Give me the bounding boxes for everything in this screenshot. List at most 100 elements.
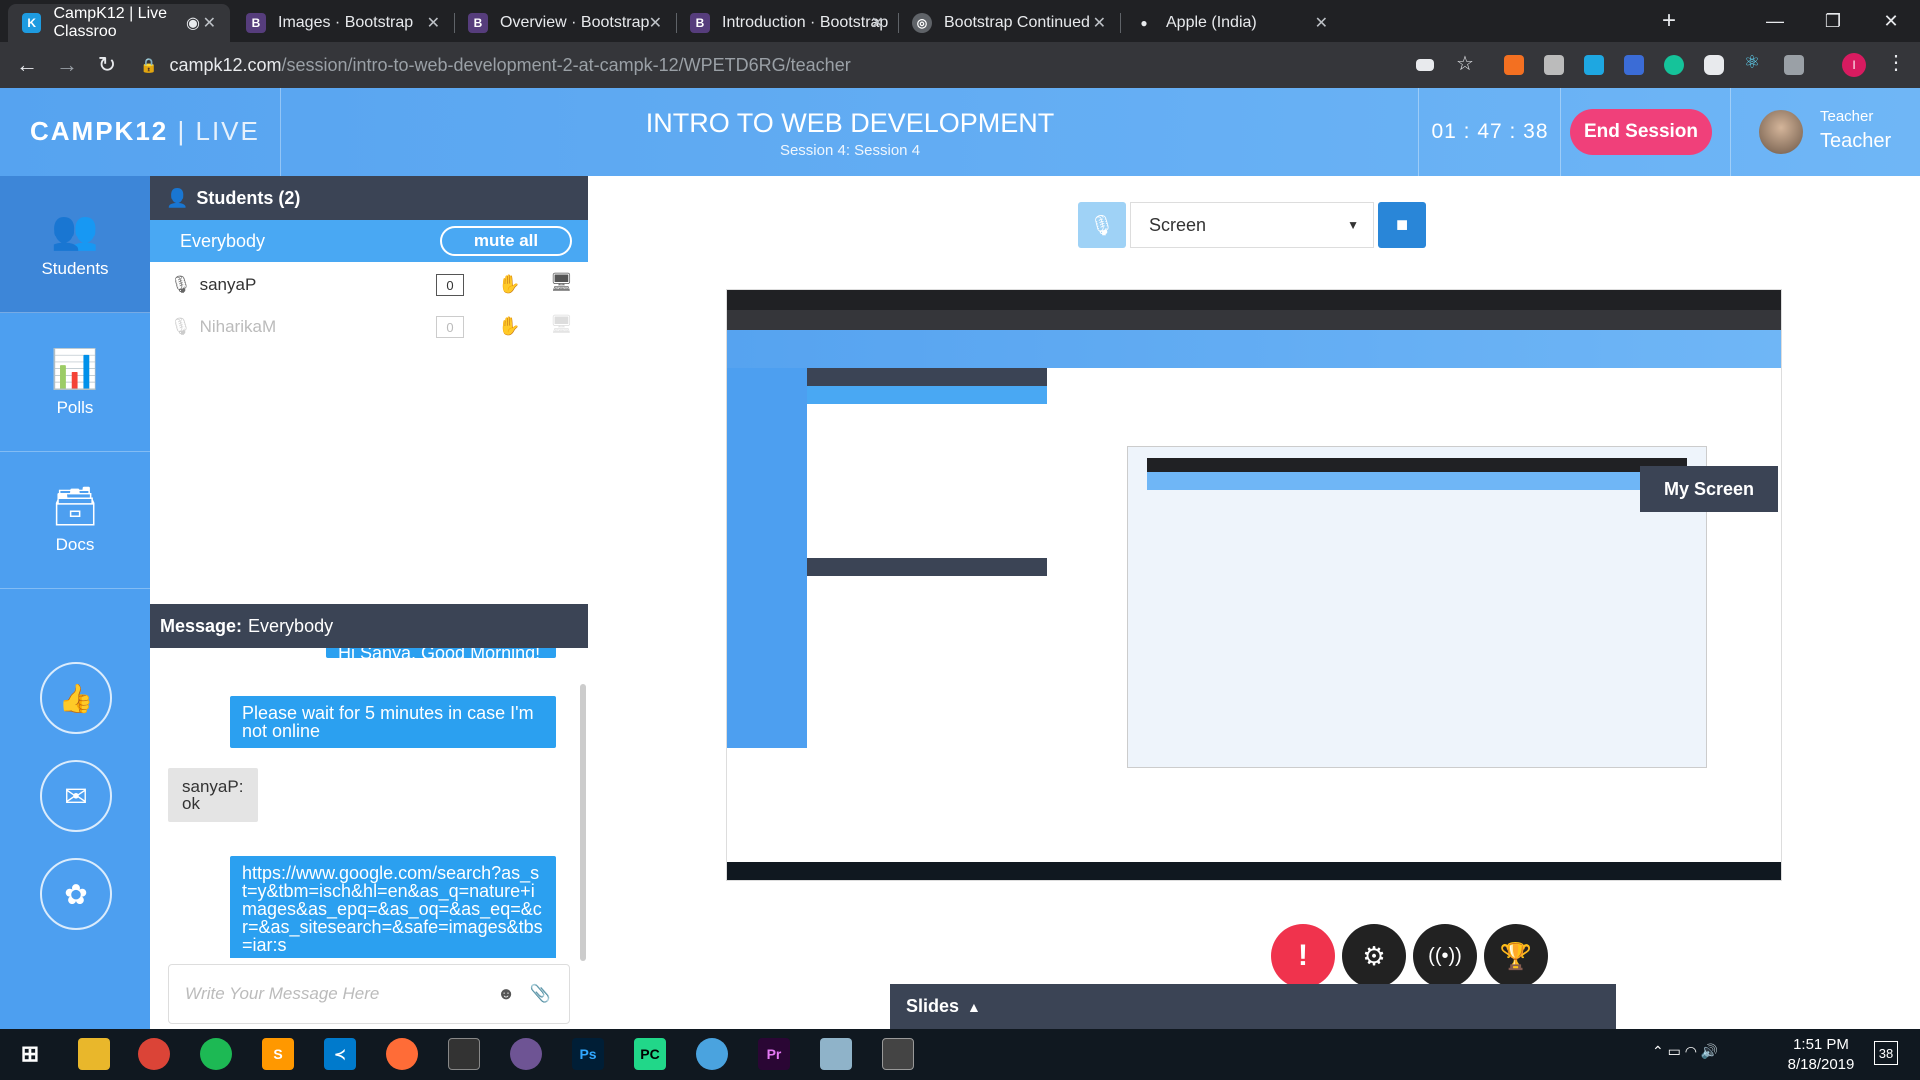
- window-close-icon[interactable]: ✕: [1868, 0, 1914, 42]
- camera-icon[interactable]: [1416, 59, 1434, 71]
- close-icon[interactable]: ✕: [1315, 13, 1328, 33]
- extension-icon[interactable]: [1584, 55, 1604, 75]
- feedback-button[interactable]: ✉: [40, 760, 112, 832]
- attach-icon[interactable]: 📎: [530, 984, 551, 1004]
- slides-bar[interactable]: Slides ▲: [890, 984, 1616, 1029]
- forward-icon[interactable]: →: [52, 50, 82, 80]
- tab-title: Introduction · Bootstrap: [722, 14, 889, 31]
- extension-icon[interactable]: [1544, 55, 1564, 75]
- minimize-icon[interactable]: —: [1752, 0, 1798, 42]
- apple-icon: ●: [1140, 16, 1148, 30]
- react-icon[interactable]: ⚛: [1744, 52, 1764, 72]
- globe-icon: ◎: [912, 13, 932, 33]
- session-label: Session 4: Session 4: [779, 142, 921, 159]
- mic-icon[interactable]: 🎙: [170, 275, 192, 295]
- pocket-icon[interactable]: [1704, 55, 1724, 75]
- chrome-icon[interactable]: [138, 1038, 170, 1070]
- broadcast-button[interactable]: ((•)): [1413, 924, 1477, 988]
- profile-avatar[interactable]: I: [1842, 53, 1866, 77]
- bookmark-star-icon[interactable]: ☆: [1456, 51, 1476, 75]
- brain-icon: ✿: [64, 878, 88, 910]
- file-explorer-icon[interactable]: [78, 1038, 110, 1070]
- mic-icon[interactable]: 🎙: [170, 317, 192, 337]
- video-camera-icon: ■: [1395, 213, 1409, 236]
- terminal-icon[interactable]: [448, 1038, 480, 1070]
- thumbs-button[interactable]: 👍: [40, 662, 112, 734]
- tab-introduction-bootstrap[interactable]: B Introduction · Bootstrap ✕: [676, 4, 899, 42]
- mic-button[interactable]: 🎙: [1078, 202, 1126, 248]
- windows-start-icon[interactable]: ⊞: [14, 1038, 46, 1070]
- end-session-button[interactable]: End Session: [1570, 109, 1712, 155]
- tab-overview-bootstrap[interactable]: B Overview · Bootstrap ✕: [454, 4, 677, 42]
- nav-label: Polls: [56, 398, 94, 417]
- photos-icon[interactable]: [882, 1038, 914, 1070]
- notifications-icon[interactable]: 38: [1874, 1041, 1898, 1065]
- message-list[interactable]: Hi Sanya, Good Morning! Please wait for …: [150, 648, 580, 958]
- extension-icon[interactable]: [1784, 55, 1804, 75]
- everybody-row[interactable]: Everybody mute all: [150, 220, 588, 262]
- download-icon[interactable]: [1624, 55, 1644, 75]
- new-tab-icon[interactable]: +: [1646, 0, 1692, 42]
- address-bar[interactable]: 🔒 campk12.com/session/intro-to-web-devel…: [140, 48, 1380, 82]
- hand-icon[interactable]: ✋: [498, 316, 520, 337]
- close-icon[interactable]: ✕: [1093, 13, 1106, 33]
- feedback-icon: ✉: [64, 780, 88, 812]
- tab-campk12[interactable]: K CampK12 | Live Classroo ◉ ✕: [8, 4, 230, 42]
- user-role: Teacher: [1820, 108, 1874, 125]
- maximize-icon[interactable]: ❐: [1810, 0, 1856, 42]
- pycharm-icon[interactable]: PC: [634, 1038, 666, 1070]
- trophy-button[interactable]: 🏆: [1484, 924, 1548, 988]
- screen-select[interactable]: Screen ▼: [1130, 202, 1374, 248]
- nav-label: Docs: [55, 535, 95, 554]
- brain-button[interactable]: ✿: [40, 858, 112, 930]
- student-row[interactable]: 🎙 NiharikaM 0 ✋ 🖥: [150, 306, 588, 348]
- avatar[interactable]: [1759, 110, 1803, 154]
- reload-icon[interactable]: ↻: [92, 50, 122, 80]
- premiere-icon[interactable]: Pr: [758, 1038, 790, 1070]
- tab-title: Images · Bootstrap: [278, 14, 414, 31]
- scrollbar[interactable]: [580, 684, 586, 961]
- alert-button[interactable]: !: [1271, 924, 1335, 988]
- close-icon[interactable]: ✕: [427, 13, 440, 33]
- students-header: 👤 Students (2): [150, 176, 588, 220]
- nav-students[interactable]: 👥 Students: [0, 176, 150, 313]
- video-button[interactable]: ■: [1378, 202, 1426, 248]
- audio-icon: ◉: [186, 15, 200, 32]
- message-input[interactable]: Write Your Message Here ☻ 📎: [168, 964, 570, 1024]
- logo[interactable]: CAMPK12 | LIVE: [30, 116, 260, 147]
- menu-icon[interactable]: ⋮: [1886, 50, 1906, 74]
- emoji-icon[interactable]: ☻: [497, 984, 515, 1004]
- tab-bootstrap-continued[interactable]: ◎ Bootstrap Continued ✕: [898, 4, 1121, 42]
- screen-share-icon[interactable]: 🖥: [550, 272, 573, 293]
- windows-taskbar: ⊞ S ≺ Ps PC Pr ⌃ ▭ ◠ 🔊 1:51 PM 8/18/2019…: [0, 1029, 1920, 1080]
- postman-icon[interactable]: [386, 1038, 418, 1070]
- hand-icon[interactable]: ✋: [498, 274, 520, 295]
- close-icon[interactable]: ✕: [871, 13, 884, 33]
- mute-all-button[interactable]: mute all: [440, 226, 572, 256]
- vscode-icon[interactable]: ≺: [324, 1038, 356, 1070]
- close-icon[interactable]: ✕: [203, 13, 216, 33]
- settings-button[interactable]: ⚙: [1342, 924, 1406, 988]
- my-screen-label: My Screen: [1640, 466, 1778, 512]
- student-count: 0: [436, 274, 464, 296]
- nav-polls[interactable]: 📊 Polls: [0, 315, 150, 452]
- system-clock[interactable]: 1:51 PM 8/18/2019: [1776, 1035, 1866, 1075]
- back-icon[interactable]: ←: [12, 50, 42, 80]
- github-icon[interactable]: [510, 1038, 542, 1070]
- spotify-icon[interactable]: [200, 1038, 232, 1070]
- screen-share-icon[interactable]: 🖥: [550, 314, 573, 335]
- nav-docs[interactable]: 🗃 Docs: [0, 452, 150, 589]
- student-row[interactable]: 🎙 sanyaP 0 ✋ 🖥: [150, 264, 588, 306]
- shared-screen-view[interactable]: [726, 289, 1782, 881]
- extension-icon[interactable]: [1504, 55, 1524, 75]
- photoshop-icon[interactable]: Ps: [572, 1038, 604, 1070]
- close-icon[interactable]: ✕: [649, 13, 662, 33]
- notepad-icon[interactable]: [820, 1038, 852, 1070]
- browser-toolbar: ← → ↻ 🔒 campk12.com/session/intro-to-web…: [0, 42, 1920, 88]
- network-icon[interactable]: [696, 1038, 728, 1070]
- grammarly-icon[interactable]: [1664, 55, 1684, 75]
- sublime-icon[interactable]: S: [262, 1038, 294, 1070]
- tab-images-bootstrap[interactable]: B Images · Bootstrap ✕: [232, 4, 455, 42]
- tab-apple-india[interactable]: ● Apple (India) ✕: [1120, 4, 1342, 42]
- tray-icons[interactable]: ⌃ ▭ ◠ 🔊: [1652, 1043, 1718, 1060]
